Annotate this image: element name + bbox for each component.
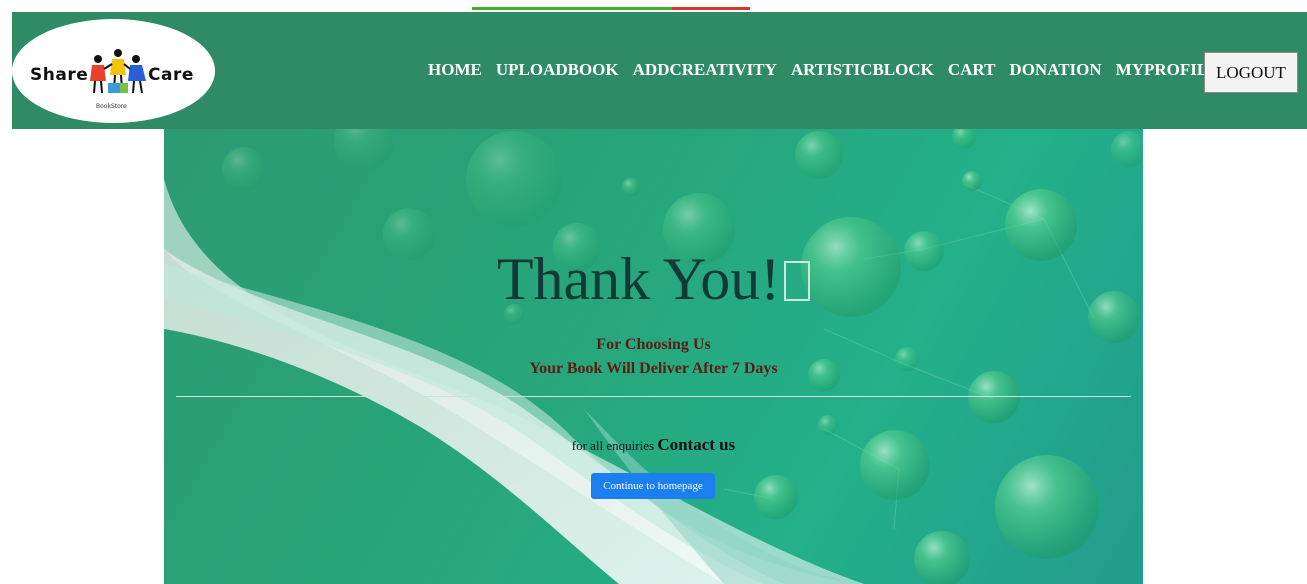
continue-to-homepage-button[interactable]: Continue to homepage [591,473,715,499]
logout-button[interactable]: LOGOUT [1204,52,1298,93]
thank-you-text: Thank You! [496,246,781,312]
missing-glyph-icon [784,261,811,301]
strip-green [472,7,672,10]
enquiry-prefix: for all enquiries [571,438,655,453]
logo-word-share: Share [30,65,89,85]
brand-logo[interactable]: Share Care BookStore [12,19,215,123]
top-color-strip [472,7,750,10]
nav-artisticblock[interactable]: ARTISTICBLOCK [791,60,934,80]
navbar: Share Care BookStore HOME UPLOADBOOK ADD… [12,12,1307,129]
delivery-notice: Your Book Will Deliver After 7 Days [529,360,778,377]
logo-word-care: Care [148,65,194,85]
hero-content: Thank You! For Choosing Us Your Book Wil… [164,129,1143,584]
logo-tagline: BookStore [96,103,127,110]
nav-home[interactable]: HOME [428,60,482,80]
choosing-us-text: For Choosing Us [596,336,711,353]
nav-addcreativity[interactable]: ADDCREATIVITY [633,60,777,80]
enquiry-line: for all enquiries Contact us [164,435,1143,455]
kids-logo-icon [90,49,146,94]
strip-red [672,7,750,10]
thank-you-heading: Thank You! [164,249,1143,309]
nav-cart[interactable]: CART [948,60,996,80]
contact-us-link[interactable]: Contact us [657,435,735,454]
divider [176,396,1131,397]
nav-uploadbook[interactable]: UPLOADBOOK [496,60,619,80]
main-nav: HOME UPLOADBOOK ADDCREATIVITY ARTISTICBL… [428,60,1220,80]
nav-donation[interactable]: DONATION [1009,60,1101,80]
thank-you-hero: Thank You! For Choosing Us Your Book Wil… [164,129,1143,584]
